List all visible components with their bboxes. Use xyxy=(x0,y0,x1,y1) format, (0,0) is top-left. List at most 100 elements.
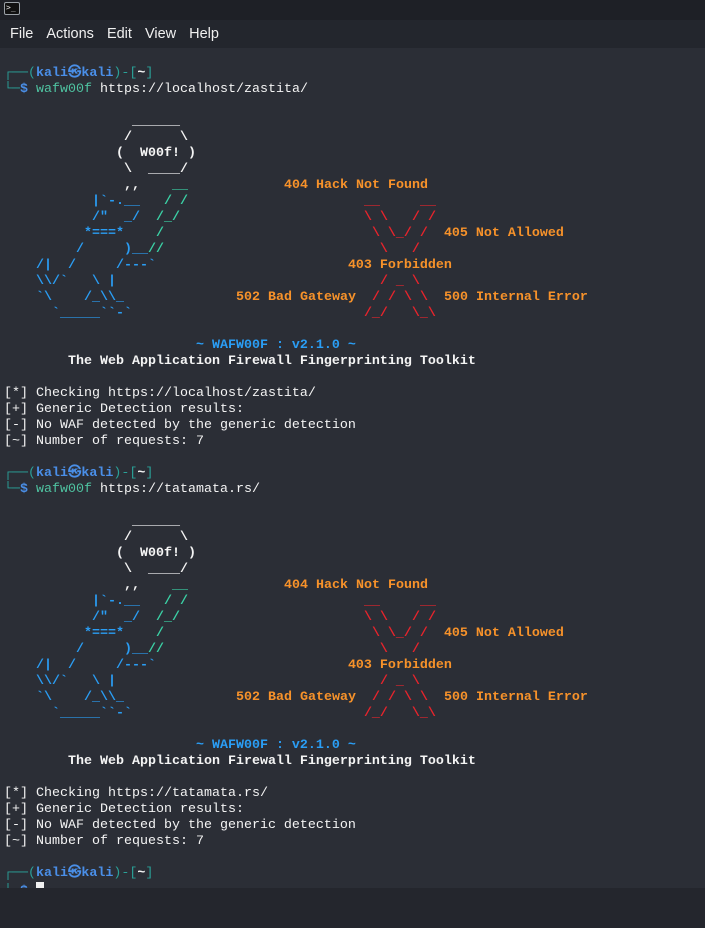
output-line: [+] Generic Detection results: xyxy=(4,402,588,418)
prompt-box: ┌──( xyxy=(4,866,36,881)
ascii-art: /| / /---` xyxy=(4,258,156,273)
menu-actions[interactable]: Actions xyxy=(46,26,94,42)
x-art: / _ \ xyxy=(379,274,420,289)
terminal-area[interactable]: ┌──(kali㉿kali)-[~] └─$ wafw00f https://lo… xyxy=(0,48,705,899)
x-art: \ \_/ / xyxy=(371,226,428,241)
banner-line: The Web Application Firewall Fingerprint… xyxy=(4,354,588,370)
ascii-art: ______ xyxy=(4,514,180,529)
ascii-art xyxy=(428,226,444,241)
ascii-art xyxy=(188,594,364,609)
prompt-box: )-[ xyxy=(113,866,138,881)
prompt-box: └─ xyxy=(4,82,20,97)
ascii-art: / \ xyxy=(4,530,188,545)
ascii-art: \ ____/ xyxy=(4,162,188,177)
ascii-art: ( W00f! ) xyxy=(4,146,196,161)
banner-line: \ ____/ xyxy=(4,562,588,578)
ascii-art: // xyxy=(147,642,164,657)
x-art: / / \ \ xyxy=(371,290,428,305)
command-line: └─$ wafw00f https://tatamata.rs/ xyxy=(4,482,588,498)
ascii-art: \\/` \ | xyxy=(4,274,116,289)
output-text: [~] Number of requests: 7 xyxy=(4,834,204,849)
ascii-art: /| / /---` xyxy=(4,658,156,673)
ascii-art xyxy=(428,626,444,641)
x-art: / _ \ xyxy=(379,674,420,689)
command-argument: https://tatamata.rs/ xyxy=(100,482,260,497)
ascii-art xyxy=(132,706,364,721)
command-name: wafw00f xyxy=(36,482,92,497)
banner-line: / )__// \ / xyxy=(4,242,588,258)
banner-line: / )__// \ / xyxy=(4,642,588,658)
prompt-user: kali㉿kali xyxy=(36,66,114,81)
banner-line: *===* / \ \_/ / 405 Not Allowed xyxy=(4,226,588,242)
command-line: └─$ wafw00f https://localhost/zastita/ xyxy=(4,82,588,98)
banner-line: /" _/ /_/ \ \ / / xyxy=(4,210,588,226)
ascii-art: / )__ xyxy=(4,242,148,257)
ascii-art xyxy=(116,674,380,689)
banner-line: `_____``-` /_/ \_\ xyxy=(4,306,588,322)
banner-line: `\ /_\\_ 502 Bad Gateway / / \ \ 500 Int… xyxy=(4,290,588,306)
prompt-box: )-[ xyxy=(113,466,138,481)
ascii-art xyxy=(428,290,444,305)
prompt-symbol: $ xyxy=(20,482,28,497)
http-status-label: 500 Internal Error xyxy=(443,290,588,305)
banner-line: \ ____/ xyxy=(4,162,588,178)
ascii-art xyxy=(180,210,364,225)
ascii-art xyxy=(356,690,372,705)
http-status-label: 403 Forbidden xyxy=(347,258,452,273)
ascii-art xyxy=(124,290,236,305)
ascii-art: /" _/ xyxy=(4,210,140,225)
banner-line: \\/` \ | / _ \ xyxy=(4,274,588,290)
ascii-art: *===* xyxy=(4,226,124,241)
output-line: [*] Checking https://tatamata.rs/ xyxy=(4,786,588,802)
banner-line: / \ xyxy=(4,530,588,546)
output-text: [-] No WAF detected by the generic detec… xyxy=(4,418,356,433)
banner-line: / \ xyxy=(4,130,588,146)
banner-line: ,, __ 404 Hack Not Found xyxy=(4,178,588,194)
output-text: [-] No WAF detected by the generic detec… xyxy=(4,818,356,833)
banner-line: ______ xyxy=(4,514,588,530)
menu-help[interactable]: Help xyxy=(189,26,219,42)
prompt-box: ] xyxy=(145,66,154,81)
ascii-art: |`-.__ xyxy=(4,194,140,209)
prompt-user: kali㉿kali xyxy=(36,466,114,481)
ascii-art: The Web Application Firewall Fingerprint… xyxy=(4,754,476,769)
ascii-art: / xyxy=(123,226,164,241)
ascii-art xyxy=(188,578,284,593)
ascii-art: `_____``-` xyxy=(4,306,132,321)
ascii-art xyxy=(116,274,380,289)
ascii-art: \\/` \ | xyxy=(4,674,116,689)
output-line: [-] No WAF detected by the generic detec… xyxy=(4,818,588,834)
ascii-art: \ ____/ xyxy=(4,562,188,577)
banner-line: ______ xyxy=(4,114,588,130)
banner-line: /| / /---` 403 Forbidden xyxy=(4,258,588,274)
menu-file[interactable]: File xyxy=(10,26,33,42)
menu-view[interactable]: View xyxy=(145,26,176,42)
menu-edit[interactable]: Edit xyxy=(107,26,132,42)
prompt-box: ┌──( xyxy=(4,66,36,81)
output-text: [+] Generic Detection results: xyxy=(4,402,244,417)
output-line: [+] Generic Detection results: xyxy=(4,802,588,818)
ascii-art: /_/ xyxy=(139,610,180,625)
ascii-art: /_/ xyxy=(139,210,180,225)
x-art: /_/ \_\ xyxy=(363,306,436,321)
x-art: \ \_/ / xyxy=(371,626,428,641)
x-art: __ __ xyxy=(363,594,436,609)
output-line: [*] Checking https://localhost/zastita/ xyxy=(4,386,588,402)
x-art: \ \ / / xyxy=(363,610,436,625)
output-line: [~] Number of requests: 7 xyxy=(4,434,588,450)
prompt-user: kali㉿kali xyxy=(36,866,114,881)
banner-line: \\/` \ | / _ \ xyxy=(4,674,588,690)
ascii-art: / / xyxy=(139,194,188,209)
prompt-box: └─ xyxy=(4,482,20,497)
http-status-label: 405 Not Allowed xyxy=(443,226,564,241)
ascii-art xyxy=(124,690,236,705)
ascii-art: ~ WAFW00F : v2.1.0 ~ xyxy=(4,738,356,753)
prompt-box: ┌──( xyxy=(4,466,36,481)
ascii-art: / \ xyxy=(4,130,188,145)
